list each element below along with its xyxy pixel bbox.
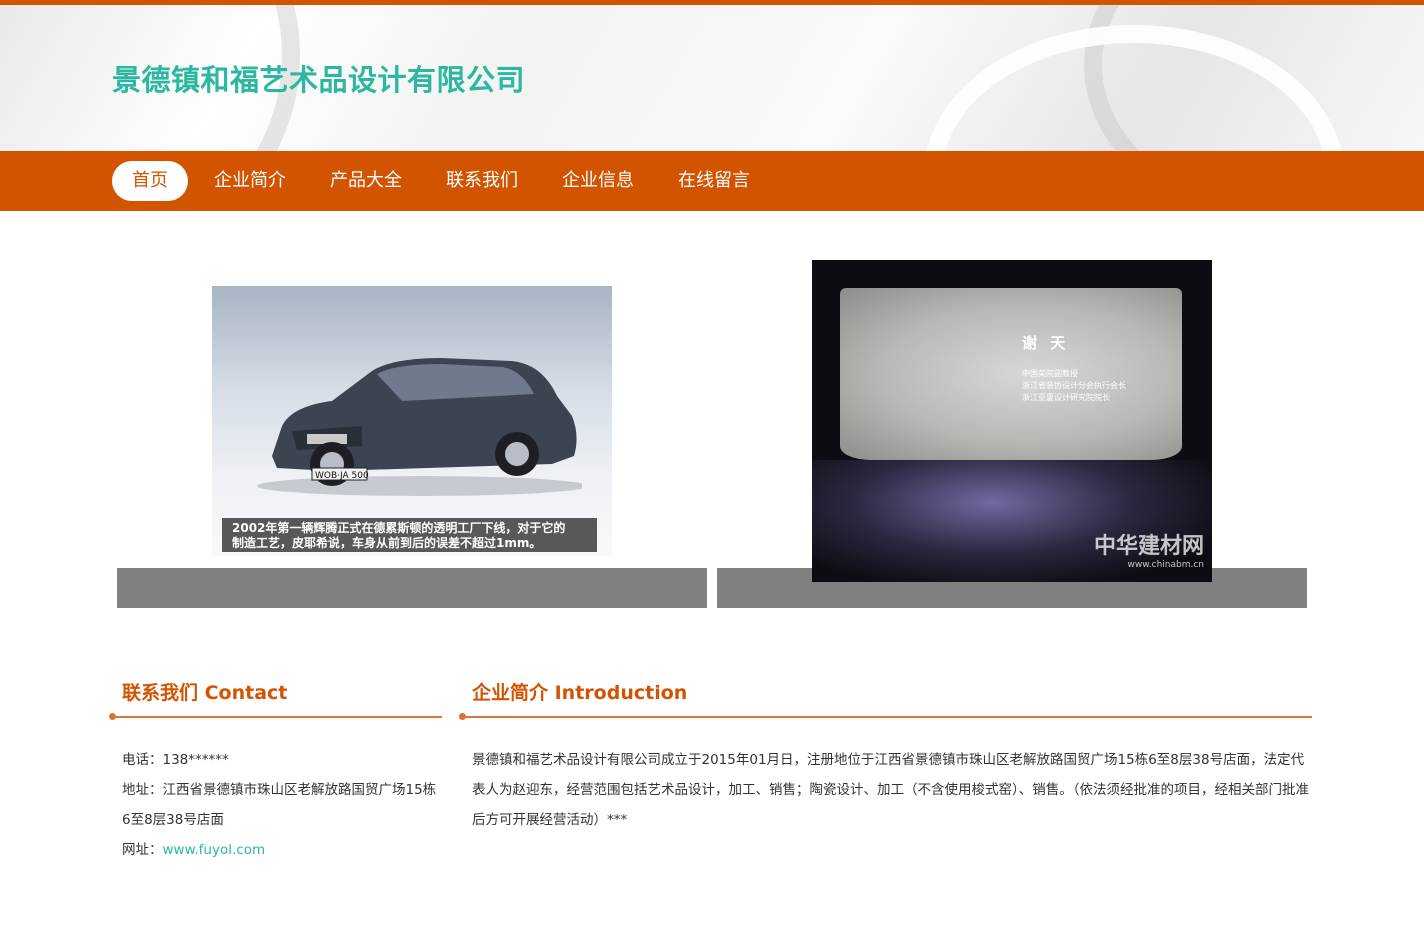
car-caption: 2002年第一辆辉腾正式在德累斯顿的透明工厂下线，对于它的 制造工艺，皮耶希说，… (222, 518, 597, 552)
website-link[interactable]: www.fuyol.com (163, 842, 266, 858)
watermark-main: 中华建材网 (1093, 534, 1204, 559)
contact-title: 联系我们 Contact (122, 682, 288, 704)
cinema-photo[interactable]: 谢 天 中国美院副教授 浙江省装协设计分会执行会长 浙江亚厦设计研究院院长 中华… (812, 260, 1212, 582)
contact-section: 联系我们 Contact 电话：138****** 地址：江西省景德镇市珠山区老… (109, 678, 442, 865)
watermark: 中华建材网 www.chinabm.cn (1094, 528, 1204, 570)
website-label: 网址： (122, 842, 163, 858)
nav-item-message[interactable]: 在线留言 (656, 161, 772, 201)
nav-item-products[interactable]: 产品大全 (308, 161, 424, 201)
cinema-screen: 谢 天 中国美院副教授 浙江省装协设计分会执行会长 浙江亚厦设计研究院院长 (840, 288, 1182, 460)
car-image: WOB·JA 500 (257, 358, 582, 496)
contact-body: 电话：138****** 地址：江西省景德镇市珠山区老解放路国贸广场15栋6至8… (112, 745, 442, 865)
image-gallery: WOB·JA 500 2002年第一辆辉腾正式在德累斯顿的透明工厂下线，对于它的… (0, 211, 1424, 608)
address-label: 地址： (122, 782, 163, 798)
contact-phone: 电话：138****** (122, 745, 442, 775)
contact-website: 网址：www.fuyol.com (122, 835, 442, 865)
speaker-title-line: 中国美院副教授 (1022, 369, 1078, 378)
speaker-title-line: 浙江省装协设计分会执行会长 (1022, 381, 1126, 390)
section-divider (109, 713, 442, 720)
contact-address: 地址：江西省景德镇市珠山区老解放路国贸广场15栋6至8层38号店面 (122, 775, 442, 835)
phone-label: 电话： (122, 752, 163, 768)
car-caption-line: 制造工艺，皮耶希说，车身从前到后的误差不超过1mm。 (232, 536, 542, 550)
site-title[interactable]: 景德镇和福艺术品设计有限公司 (112, 57, 525, 99)
car-caption-line: 2002年第一辆辉腾正式在德累斯顿的透明工厂下线，对于它的 (232, 521, 566, 535)
section-divider (459, 713, 1312, 720)
nav-item-home[interactable]: 首页 (112, 161, 188, 201)
speaker-name: 谢 天 (1022, 334, 1070, 352)
phone-value: 138****** (162, 752, 229, 768)
site-header: 景德镇和福艺术品设计有限公司 (0, 5, 1424, 151)
intro-text: 景德镇和福艺术品设计有限公司成立于2015年01月日，注册地位于江西省景德镇市珠… (472, 752, 1309, 828)
nav-item-company-info[interactable]: 企业信息 (540, 161, 656, 201)
gallery-card[interactable]: 谢 天 中国美院副教授 浙江省装协设计分会执行会长 浙江亚厦设计研究院院长 中华… (717, 213, 1307, 608)
car-plate: WOB·JA 500 (315, 471, 369, 481)
gallery-caption-bar (117, 568, 707, 608)
intro-title: 企业简介 Introduction (472, 682, 688, 704)
speaker-title-line: 浙江亚厦设计研究院院长 (1022, 393, 1110, 402)
gallery-card[interactable]: WOB·JA 500 2002年第一辆辉腾正式在德累斯顿的透明工厂下线，对于它的… (117, 213, 707, 608)
nav-item-contact[interactable]: 联系我们 (424, 161, 540, 201)
nav-item-about[interactable]: 企业简介 (192, 161, 308, 201)
main-nav: 首页 企业简介 产品大全 联系我们 企业信息 在线留言 (0, 151, 1424, 211)
intro-section: 企业简介 Introduction 景德镇和福艺术品设计有限公司成立于2015年… (459, 678, 1312, 835)
watermark-url: www.chinabm.cn (1127, 560, 1204, 570)
address-value: 江西省景德镇市珠山区老解放路国贸广场15栋6至8层38号店面 (122, 782, 437, 828)
car-photo[interactable]: WOB·JA 500 2002年第一辆辉腾正式在德累斯顿的透明工厂下线，对于它的… (212, 286, 612, 556)
